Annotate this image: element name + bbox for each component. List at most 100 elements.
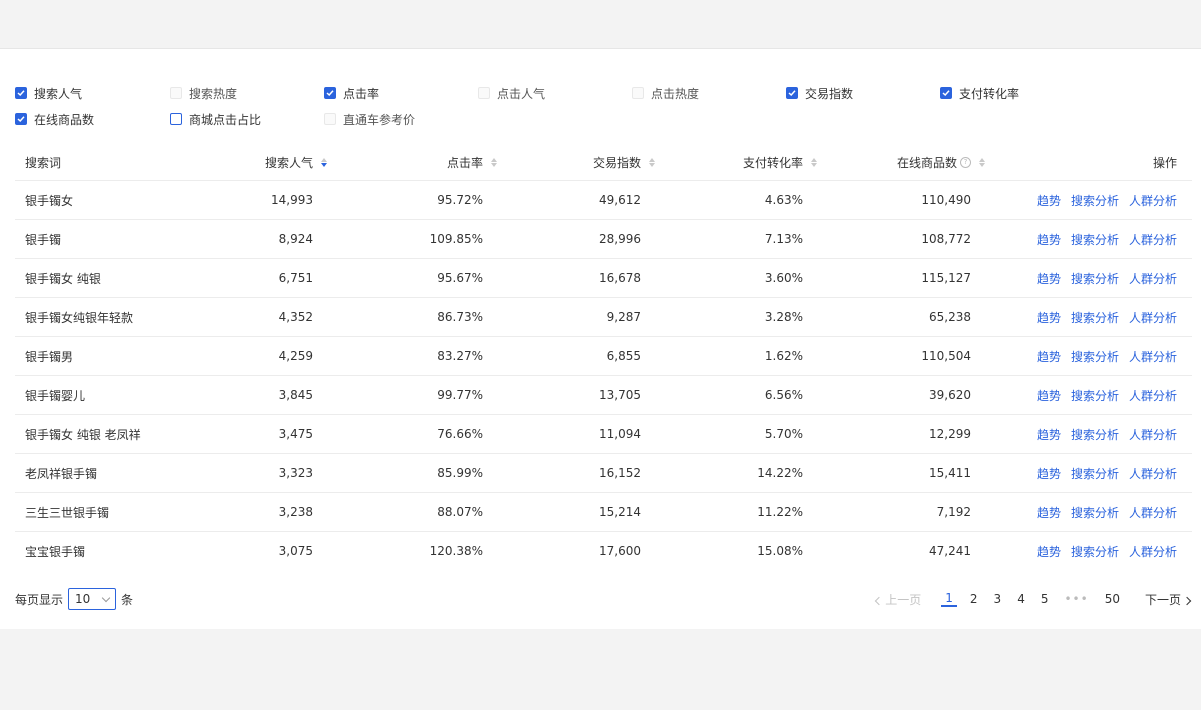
- search-analysis-link[interactable]: 搜索分析: [1071, 543, 1119, 560]
- sort-icon[interactable]: [491, 157, 497, 167]
- search-analysis-link[interactable]: 搜索分析: [1071, 270, 1119, 287]
- cell-search-popularity: 14,993: [271, 193, 313, 207]
- cell-online-goods: 65,238: [929, 310, 971, 324]
- page-button-2[interactable]: 2: [970, 592, 978, 606]
- checkbox-icon[interactable]: [15, 87, 27, 99]
- header-keyword: 搜索词: [25, 155, 62, 170]
- table-header: 搜索词 搜索人气 点击率 交易指数 支付转化率 在线商品数 ? 操作: [15, 144, 1192, 181]
- checkbox-icon[interactable]: [324, 87, 336, 99]
- top-bar: [0, 0, 1201, 48]
- trend-link[interactable]: 趋势: [1037, 192, 1061, 209]
- page-button-last[interactable]: 50: [1105, 592, 1120, 606]
- crowd-analysis-link[interactable]: 人群分析: [1129, 543, 1177, 560]
- table-row: 老凤祥银手镯 3,323 85.99% 16,152 14.22% 15,411 趋势 搜索分…: [15, 454, 1192, 493]
- filter-click-heat[interactable]: 点击热度: [632, 85, 699, 101]
- cell-online-goods: 47,241: [929, 544, 971, 558]
- table-row: 银手镯女纯银年轻款 4,352 86.73% 9,287 3.28% 65,238 趋势 搜索…: [15, 298, 1192, 337]
- crowd-analysis-link[interactable]: 人群分析: [1129, 504, 1177, 521]
- prev-page-button[interactable]: 上一页: [875, 591, 921, 608]
- search-analysis-link[interactable]: 搜索分析: [1071, 504, 1119, 521]
- trend-link[interactable]: 趋势: [1037, 543, 1061, 560]
- filter-online-goods[interactable]: 在线商品数: [15, 111, 94, 127]
- search-analysis-link[interactable]: 搜索分析: [1071, 426, 1119, 443]
- cell-conversion: 11.22%: [757, 505, 803, 519]
- filter-conversion[interactable]: 支付转化率: [940, 85, 1019, 101]
- header-trade-index[interactable]: 交易指数: [593, 144, 655, 180]
- header-ctr[interactable]: 点击率: [447, 144, 497, 180]
- checkbox-icon[interactable]: [324, 113, 336, 125]
- crowd-analysis-link[interactable]: 人群分析: [1129, 231, 1177, 248]
- crowd-analysis-link[interactable]: 人群分析: [1129, 387, 1177, 404]
- trend-link[interactable]: 趋势: [1037, 270, 1061, 287]
- trend-link[interactable]: 趋势: [1037, 231, 1061, 248]
- search-analysis-link[interactable]: 搜索分析: [1071, 192, 1119, 209]
- cell-search-popularity: 6,751: [278, 271, 313, 285]
- filter-ctr[interactable]: 点击率: [324, 85, 379, 101]
- trend-link[interactable]: 趋势: [1037, 504, 1061, 521]
- sort-icon[interactable]: [649, 157, 655, 167]
- filter-ad-reference-price[interactable]: 直通车参考价: [324, 111, 415, 127]
- page-button-1[interactable]: 1: [941, 591, 957, 607]
- cell-keyword: 银手镯女 纯银 老凤祥: [25, 427, 141, 442]
- cell-search-popularity: 3,845: [278, 388, 313, 402]
- cell-online-goods: 115,127: [921, 271, 971, 285]
- crowd-analysis-link[interactable]: 人群分析: [1129, 465, 1177, 482]
- header-online-goods[interactable]: 在线商品数 ?: [897, 144, 985, 180]
- filter-search-heat[interactable]: 搜索热度: [170, 85, 237, 101]
- checkbox-icon[interactable]: [170, 87, 182, 99]
- checkbox-icon[interactable]: [940, 87, 952, 99]
- page-ellipsis[interactable]: •••: [1064, 592, 1088, 606]
- header-label: 点击率: [446, 155, 483, 170]
- trend-link[interactable]: 趋势: [1037, 426, 1061, 443]
- trend-link[interactable]: 趋势: [1037, 387, 1061, 404]
- sort-icon[interactable]: [321, 157, 327, 167]
- crowd-analysis-link[interactable]: 人群分析: [1129, 426, 1177, 443]
- search-analysis-link[interactable]: 搜索分析: [1071, 231, 1119, 248]
- checkbox-icon[interactable]: [786, 87, 798, 99]
- sort-icon[interactable]: [979, 157, 985, 167]
- cell-ctr: 95.72%: [437, 193, 483, 207]
- filter-click-popularity[interactable]: 点击人气: [478, 85, 545, 101]
- page-size-suffix: 条: [121, 592, 134, 607]
- crowd-analysis-link[interactable]: 人群分析: [1129, 192, 1177, 209]
- cell-conversion: 6.56%: [764, 388, 803, 402]
- cell-keyword: 老凤祥银手镯: [25, 466, 98, 481]
- checkbox-icon[interactable]: [478, 87, 490, 99]
- checkbox-icon[interactable]: [15, 113, 27, 125]
- trend-link[interactable]: 趋势: [1037, 465, 1061, 482]
- cell-trade-index: 16,152: [599, 466, 641, 480]
- table-row: 银手镯男 4,259 83.27% 6,855 1.62% 110,504 趋势 搜索分析 人群…: [15, 337, 1192, 376]
- trend-link[interactable]: 趋势: [1037, 309, 1061, 326]
- sort-icon[interactable]: [811, 157, 817, 167]
- crowd-analysis-link[interactable]: 人群分析: [1129, 348, 1177, 365]
- cell-trade-index: 15,214: [599, 505, 641, 519]
- cell-ctr: 109.85%: [429, 232, 483, 246]
- cell-keyword: 银手镯婴儿: [25, 388, 86, 403]
- page-button-4[interactable]: 4: [1017, 592, 1025, 606]
- search-analysis-link[interactable]: 搜索分析: [1071, 387, 1119, 404]
- checkbox-icon[interactable]: [632, 87, 644, 99]
- checkbox-icon[interactable]: [170, 113, 182, 125]
- cell-actions: 趋势 搜索分析 人群分析: [1037, 415, 1177, 453]
- header-label: 支付转化率: [742, 155, 803, 170]
- cell-ctr: 120.38%: [429, 544, 483, 558]
- search-analysis-link[interactable]: 搜索分析: [1071, 348, 1119, 365]
- crowd-analysis-link[interactable]: 人群分析: [1129, 309, 1177, 326]
- filter-trade-index[interactable]: 交易指数: [786, 85, 853, 101]
- search-analysis-link[interactable]: 搜索分析: [1071, 309, 1119, 326]
- next-page-button[interactable]: 下一页: [1145, 591, 1192, 608]
- header-conversion[interactable]: 支付转化率: [743, 144, 817, 180]
- page-button-3[interactable]: 3: [994, 592, 1002, 606]
- filter-mall-click-ratio[interactable]: 商城点击占比: [170, 111, 261, 127]
- page-size-select[interactable]: 10: [68, 588, 117, 610]
- filter-search-popularity[interactable]: 搜索人气: [15, 85, 82, 101]
- help-icon[interactable]: ?: [960, 156, 971, 168]
- header-search-popularity[interactable]: 搜索人气: [265, 144, 327, 180]
- filter-label: 搜索热度: [189, 86, 238, 101]
- cell-conversion: 3.60%: [764, 271, 803, 285]
- trend-link[interactable]: 趋势: [1037, 348, 1061, 365]
- page-button-5[interactable]: 5: [1041, 592, 1049, 606]
- cell-trade-index: 9,287: [606, 310, 641, 324]
- search-analysis-link[interactable]: 搜索分析: [1071, 465, 1119, 482]
- crowd-analysis-link[interactable]: 人群分析: [1129, 270, 1177, 287]
